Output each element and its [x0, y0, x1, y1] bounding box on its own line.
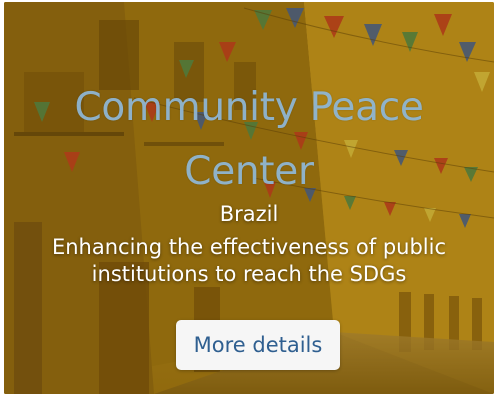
- card-title: Community Peace Center: [74, 85, 424, 194]
- card-description-line-1: Enhancing the effectiveness of public: [51, 235, 447, 259]
- more-details-button[interactable]: More details: [176, 320, 340, 370]
- card-country: Brazil: [219, 202, 279, 226]
- card-description-line-2: institutions to reach the SDGs: [91, 262, 407, 286]
- project-card: Community Peace Center Brazil Enhancing …: [4, 2, 494, 394]
- card-description: Enhancing the effectiveness of public in…: [4, 234, 494, 288]
